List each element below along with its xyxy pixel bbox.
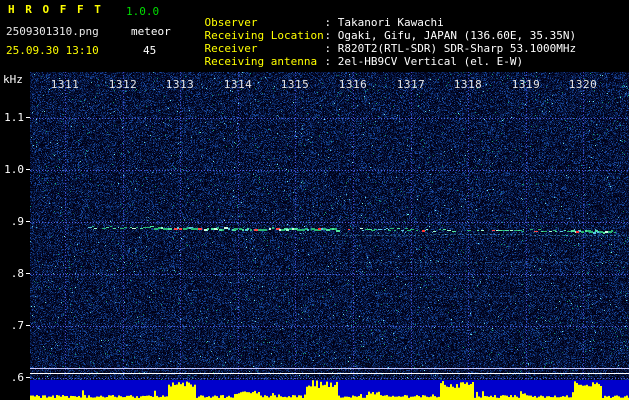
hrofft-screen: H R O F F T 1.0.0 2509301310.png meteor … bbox=[0, 0, 629, 400]
output-filename: 2509301310.png bbox=[6, 25, 99, 38]
y-tick-label: 1.1 bbox=[4, 112, 30, 123]
x-tick-label: 1315 bbox=[280, 78, 310, 91]
spectrogram-canvas bbox=[30, 72, 629, 380]
y-tick-label: 1.0 bbox=[4, 164, 30, 175]
y-axis-unit-label: kHz bbox=[3, 73, 23, 86]
y-tick-label: .9 bbox=[11, 216, 30, 227]
x-tick-label: 1320 bbox=[568, 78, 598, 91]
meta-label: Receiving antenna bbox=[204, 55, 318, 68]
header-left: H R O F F T 1.0.0 2509301310.png meteor … bbox=[0, 0, 178, 72]
x-tick-label: 1313 bbox=[165, 78, 195, 91]
timestamp: 25.09.30 13:10 bbox=[6, 44, 99, 57]
meta-value: : 2el-HB9CV Vertical (el. E-W) bbox=[324, 55, 524, 68]
y-tick-label: .8 bbox=[11, 268, 30, 279]
x-tick-label: 1316 bbox=[338, 78, 368, 91]
x-tick-label: 1317 bbox=[396, 78, 426, 91]
x-tick-label: 1319 bbox=[511, 78, 541, 91]
x-tick-label: 1311 bbox=[50, 78, 80, 91]
signal-level-strip-canvas bbox=[30, 380, 629, 400]
y-tick-label: .6 bbox=[11, 372, 30, 383]
mode-label: meteor bbox=[131, 25, 171, 38]
app-title: H R O F F T bbox=[8, 3, 103, 16]
echo-count: 45 bbox=[143, 44, 157, 57]
y-tick-label: .7 bbox=[11, 320, 30, 331]
x-tick-label: 1318 bbox=[453, 78, 483, 91]
x-tick-label: 1312 bbox=[108, 78, 138, 91]
app-version: 1.0.0 bbox=[126, 5, 160, 18]
x-tick-label: 1314 bbox=[223, 78, 253, 91]
